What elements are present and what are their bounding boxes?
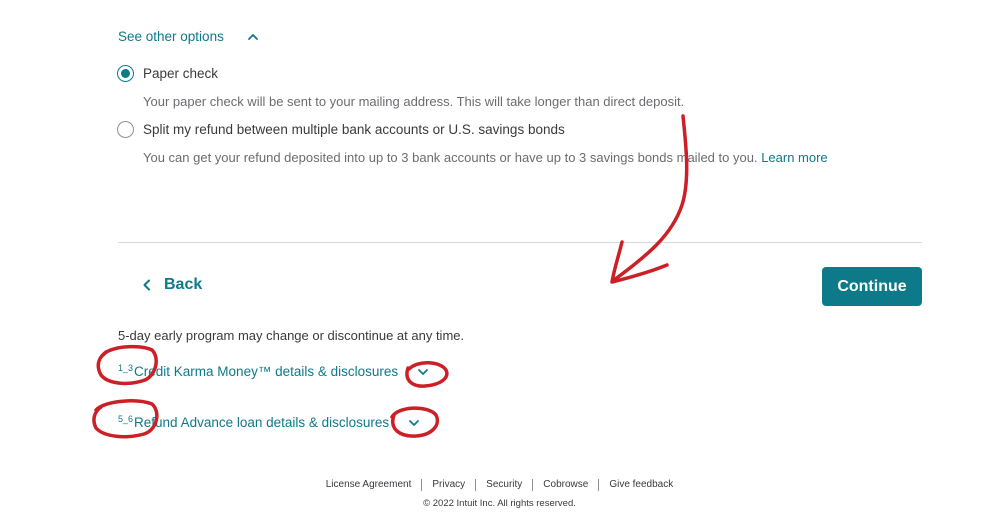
see-other-options-toggle[interactable]: See other options [118,29,260,44]
section-divider [118,242,922,243]
footer-links: License Agreement Privacy Security Cobro… [0,479,999,491]
annotation-arrow-icon [612,114,689,282]
chevron-down-icon[interactable] [416,365,430,379]
back-label: Back [164,276,203,293]
split-refund-description: You can get your refund deposited into u… [143,149,828,166]
learn-more-link[interactable]: Learn more [761,150,827,165]
credit-karma-disclosures-label: Credit Karma Money™ details & disclosure… [134,364,399,379]
footer-link-license[interactable]: License Agreement [316,479,422,491]
continue-button[interactable]: Continue [822,267,922,306]
refund-advance-disclosures-toggle[interactable]: 5_6 Refund Advance loan details & disclo… [118,413,421,430]
see-other-options-label: See other options [118,29,224,44]
footer-link-security[interactable]: Security [476,479,532,491]
copyright: © 2022 Intuit Inc. All rights reserved. [423,498,576,509]
chevron-left-icon [143,279,150,291]
footnote-ref: 1_3 [118,362,134,373]
paper-check-label: Paper check [143,66,219,81]
paper-check-description: Your paper check will be sent to your ma… [143,94,685,109]
chevron-down-icon[interactable] [407,416,421,430]
split-refund-radio[interactable] [117,121,134,138]
back-button[interactable]: Back [140,276,202,294]
split-refund-label: Split my refund between multiple bank ac… [143,122,565,137]
chevron-up-icon [247,33,258,40]
footnote-ref: 5_6 [118,413,134,424]
annotation-arrowhead-icon [610,240,669,284]
footer-link-feedback[interactable]: Give feedback [599,479,683,491]
option-split-refund[interactable]: Split my refund between multiple bank ac… [117,121,565,138]
cut-off-text [120,0,540,3]
program-note: 5-day early program may change or discon… [118,328,465,343]
refund-advance-disclosures-label: Refund Advance loan details & disclosure… [134,415,390,430]
footer-link-cobrowse[interactable]: Cobrowse [533,479,598,491]
option-paper-check[interactable]: Paper check [117,65,218,82]
split-refund-description-text: You can get your refund deposited into u… [143,150,758,165]
paper-check-radio[interactable] [117,65,134,82]
footer-link-privacy[interactable]: Privacy [422,479,475,491]
credit-karma-disclosures-toggle[interactable]: 1_3 Credit Karma Money™ details & disclo… [118,362,430,379]
